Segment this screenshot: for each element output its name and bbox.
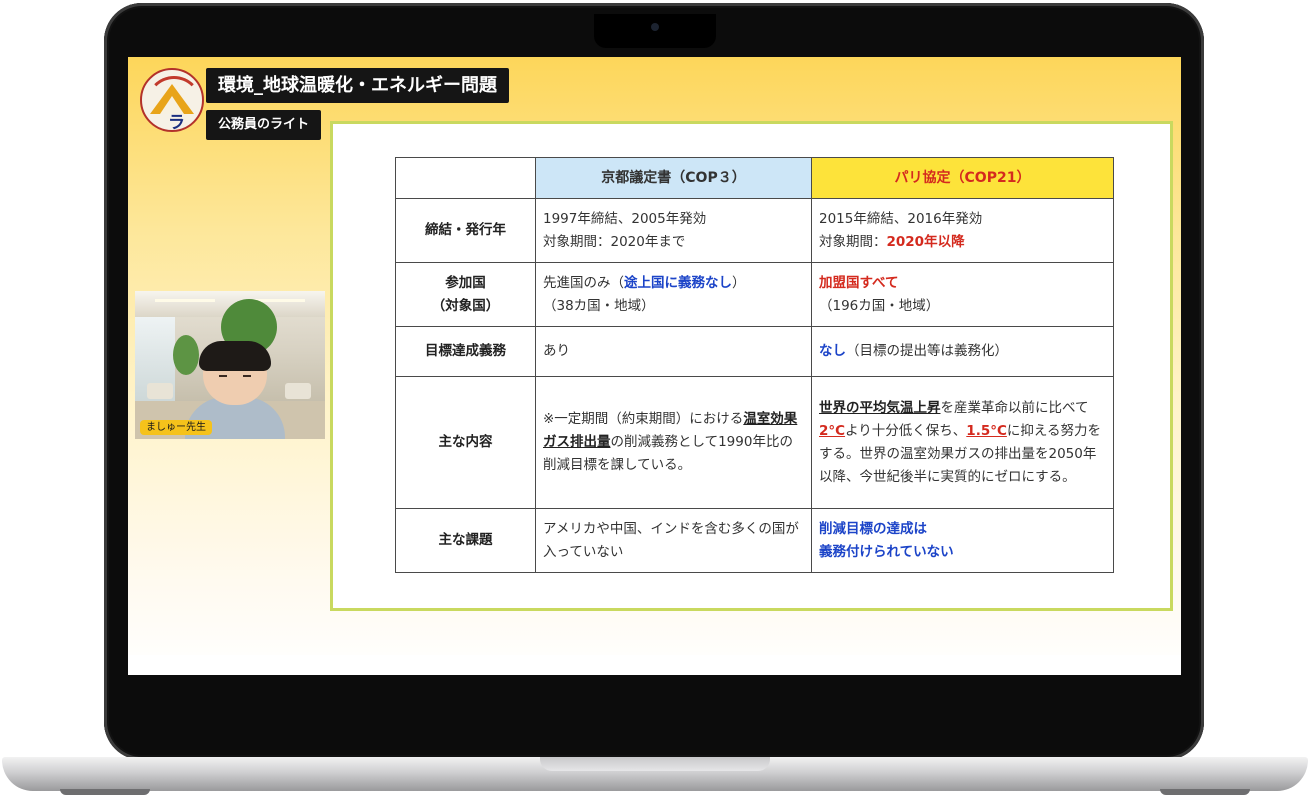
- paris-year-highlight: 2020年以降: [886, 233, 965, 250]
- camera-icon: [651, 23, 659, 31]
- header-paris: パリ協定（COP21）: [811, 157, 1114, 199]
- table-row: 主な内容 ※一定期間（約束期間）における温室効果ガス排出量の削減義務として199…: [395, 376, 1114, 509]
- paris-issues-line1: 削減目標の達成は: [819, 520, 927, 537]
- comparison-table: 京都議定書（COP３） パリ協定（COP21） 締結・発行年 1997年締結、2…: [395, 157, 1114, 573]
- laptop-opening-notch: [540, 757, 770, 771]
- row-label-issues: 主な課題: [395, 508, 536, 573]
- channel-name: 公務員のライト: [206, 110, 322, 140]
- paris-year-line2-prefix: 対象期間：: [819, 233, 887, 250]
- paris-content-text1: を産業革命以前に比べて: [940, 399, 1089, 416]
- video-title: 環境_地球温暖化・エネルギー問題: [206, 68, 509, 103]
- cell-paris-obligation: なし（目標の提出等は義務化）: [811, 326, 1114, 377]
- cell-paris-issues: 削減目標の達成は 義務付けられていない: [811, 508, 1114, 573]
- cell-kyoto-obligation: あり: [535, 326, 812, 377]
- countries-label-line1: 参加国: [445, 274, 486, 291]
- chair: [285, 383, 311, 399]
- table-header-row: 京都議定書（COP３） パリ協定（COP21）: [395, 157, 1114, 199]
- row-label-year: 締結・発行年: [395, 198, 536, 263]
- paris-content-2c: 2°C: [819, 422, 846, 439]
- paris-countries-line2: （196カ国・地域）: [819, 297, 940, 314]
- paris-obligation-rest: （目標の提出等は義務化）: [846, 343, 1008, 359]
- channel-logo-icon: ラ: [140, 68, 204, 132]
- paris-obligation-highlight: なし: [819, 343, 846, 359]
- kyoto-year-line2: 対象期間：2020年まで: [543, 233, 686, 250]
- laptop-foot-left: [60, 789, 150, 795]
- cell-paris-year: 2015年締結、2016年発効 対象期間：2020年以降: [811, 198, 1114, 263]
- person-eye: [243, 375, 251, 377]
- chair: [147, 383, 173, 399]
- table-row: 目標達成義務 あり なし（目標の提出等は義務化）: [395, 326, 1114, 377]
- paris-issues-line2: 義務付けられていない: [819, 543, 954, 560]
- countries-label-line2: （対象国）: [431, 297, 500, 314]
- table-corner-cell: [395, 157, 536, 199]
- person-hair: [199, 341, 271, 371]
- cell-paris-countries: 加盟国すべて （196カ国・地域）: [811, 262, 1114, 327]
- kyoto-countries-suffix: ）: [732, 274, 746, 291]
- cell-paris-content: 世界の平均気温上昇を産業革命以前に比べて2°Cより十分低く保ち、1.5°Cに抑え…: [811, 376, 1114, 509]
- slide-panel: 京都議定書（COP３） パリ協定（COP21） 締結・発行年 1997年締結、2…: [330, 121, 1173, 611]
- kyoto-countries-line2: （38カ国・地域）: [543, 297, 655, 314]
- table-row: 主な課題 アメリカや中国、インドを含む多くの国が入っていない 削減目標の達成は …: [395, 508, 1114, 573]
- logo-text: ラ: [168, 113, 185, 132]
- paris-content-text2: より十分低く保ち、: [845, 422, 967, 439]
- screen-bottom-bar: [128, 655, 1181, 675]
- webcam-overlay: ましゅー先生: [135, 291, 325, 439]
- paris-content-underlined: 世界の平均気温上昇: [819, 399, 941, 416]
- kyoto-countries-prefix: 先進国のみ（: [543, 274, 624, 291]
- cell-kyoto-year: 1997年締結、2005年発効 対象期間：2020年まで: [535, 198, 812, 263]
- plant: [173, 335, 199, 375]
- teacher-name-label: ましゅー先生: [140, 420, 212, 435]
- person-eye: [219, 375, 227, 377]
- paris-content-1-5c: 1.5°C: [966, 422, 1007, 439]
- cell-kyoto-issues: アメリカや中国、インドを含む多くの国が入っていない: [535, 508, 812, 573]
- cell-kyoto-countries: 先進国のみ（途上国に義務なし） （38カ国・地域）: [535, 262, 812, 327]
- header-kyoto: 京都議定書（COP３）: [535, 157, 812, 199]
- kyoto-content-pre: ※一定期間（約束期間）における: [543, 411, 744, 427]
- kyoto-year-line1: 1997年締結、2005年発効: [543, 210, 707, 227]
- row-label-obligation: 目標達成義務: [395, 326, 536, 377]
- table-row: 締結・発行年 1997年締結、2005年発効 対象期間：2020年まで 2015…: [395, 198, 1114, 263]
- row-label-countries: 参加国 （対象国）: [395, 262, 536, 327]
- table-row: 参加国 （対象国） 先進国のみ（途上国に義務なし） （38カ国・地域） 加盟国す…: [395, 262, 1114, 327]
- row-label-content: 主な内容: [395, 376, 536, 509]
- ceiling-light: [155, 299, 215, 302]
- kyoto-countries-highlight: 途上国に義務なし: [624, 274, 732, 291]
- paris-countries-highlight: 加盟国すべて: [819, 274, 899, 291]
- laptop-foot-right: [1160, 789, 1250, 795]
- video-screen[interactable]: ラ 環境_地球温暖化・エネルギー問題 公務員のライト ましゅー先生 京都議定書（…: [128, 57, 1181, 675]
- camera-notch: [594, 14, 716, 48]
- paris-year-line1: 2015年締結、2016年発効: [819, 210, 983, 227]
- cell-kyoto-content: ※一定期間（約束期間）における温室効果ガス排出量の削減義務として1990年比の削…: [535, 376, 812, 509]
